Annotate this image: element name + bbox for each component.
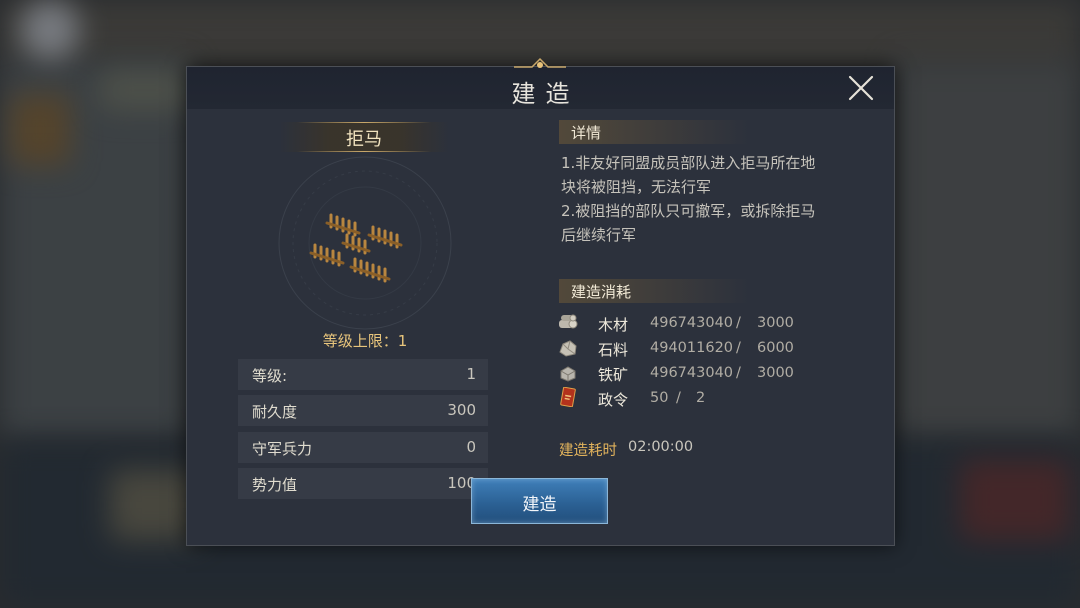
dialog-title: 建造 (511, 80, 580, 108)
barricade-fence-icon (278, 156, 452, 330)
cost-need: 6000 (757, 340, 794, 356)
stat-row-durability: 耐久度 300 (238, 395, 488, 426)
detail-line: 2.被阻挡的部队只可撤军，或拆除拒马 (561, 202, 816, 220)
stat-label: 耐久度 (252, 403, 298, 421)
details-heading-label: 详情 (571, 124, 602, 142)
stat-label: 等级: (252, 367, 288, 385)
cost-need: 2 (696, 390, 706, 406)
build-button[interactable]: 建造 (471, 478, 608, 524)
structure-name-plate: 拒马 (279, 122, 449, 152)
build-dialog: 建造 拒马 等级上限：1 等级: 1 耐久度 300 守军兵力 0 势力值 10… (186, 57, 895, 546)
wood-icon (559, 314, 578, 329)
cost-heading-label: 建造消耗 (571, 283, 632, 301)
title-ornament-icon (514, 57, 566, 68)
stone-icon (559, 340, 577, 357)
level-cap-label: 等级上限：1 (322, 332, 408, 350)
stat-value: 1 (466, 365, 476, 383)
dialog-body: 拒马 等级上限：1 等级: 1 耐久度 300 守军兵力 0 势力值 100 详… (187, 109, 894, 545)
stat-label: 势力值 (252, 476, 298, 494)
detail-line: 1.非友好同盟成员部队进入拒马所在地 (561, 154, 816, 172)
build-button-label: 建造 (522, 495, 557, 515)
cost-separator: / (676, 390, 681, 406)
cost-have: 496743040 (650, 365, 734, 381)
cost-name: 木材 (598, 316, 629, 334)
detail-line: 后继续行军 (561, 226, 637, 244)
detail-line: 块将被阻挡，无法行军 (561, 178, 712, 196)
cost-name: 政令 (598, 391, 629, 409)
build-time-value: 02:00:00 (628, 439, 694, 455)
details-heading: 详情 (559, 120, 749, 144)
cost-name: 铁矿 (598, 366, 629, 384)
cost-separator: / (736, 315, 741, 331)
stat-row-level: 等级: 1 (238, 359, 488, 390)
cost-name: 石料 (598, 341, 629, 359)
build-time-label: 建造耗时 (559, 443, 617, 459)
title-bar: 建造 (187, 57, 894, 110)
structure-name: 拒马 (346, 129, 382, 150)
cost-have: 494011620 (650, 340, 734, 356)
cost-heading: 建造消耗 (559, 279, 749, 303)
stat-value: 0 (466, 438, 476, 456)
stat-label: 守军兵力 (252, 440, 313, 458)
cost-separator: / (736, 365, 741, 381)
stat-row-power: 势力值 100 (238, 468, 488, 499)
decree-icon (560, 387, 576, 407)
close-icon[interactable] (848, 75, 874, 101)
stat-row-garrison: 守军兵力 0 (238, 432, 488, 463)
iron-ore-icon (560, 366, 576, 382)
cost-need: 3000 (757, 315, 794, 331)
stat-value: 300 (447, 401, 476, 419)
cost-have: 50 (650, 390, 669, 406)
cost-need: 3000 (757, 365, 794, 381)
cost-have: 496743040 (650, 315, 734, 331)
cost-separator: / (736, 340, 741, 356)
